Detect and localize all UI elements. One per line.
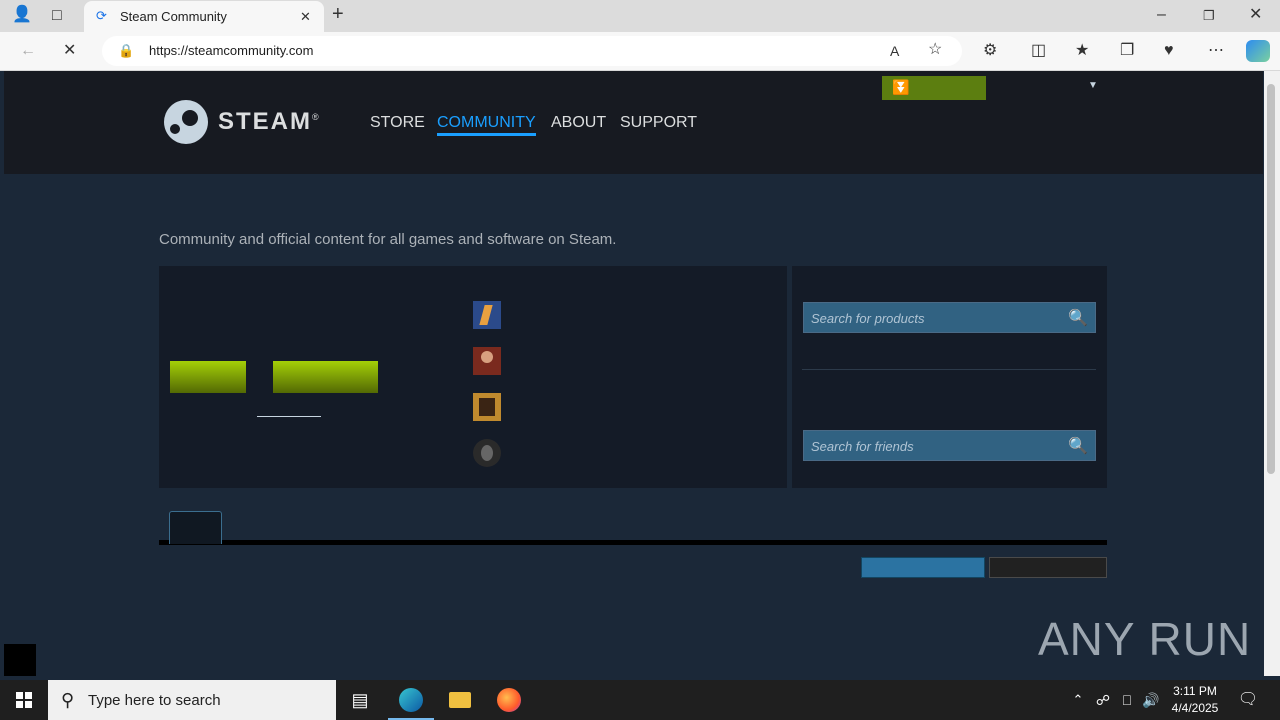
primary-filter-button[interactable]	[861, 557, 985, 578]
new-tab-button[interactable]: +	[332, 4, 344, 24]
search-friends-field[interactable]: 🔍	[803, 430, 1096, 462]
divider	[802, 369, 1096, 370]
scrollbar-thumb[interactable]	[1267, 84, 1275, 474]
anyrun-watermark: ANY RUN	[1038, 613, 1252, 665]
search-products-input[interactable]	[804, 303, 1063, 334]
stop-loading-icon[interactable]: ✕	[63, 43, 76, 59]
copilot-icon[interactable]	[1246, 40, 1270, 62]
content-tab-strip	[159, 540, 1107, 545]
search-icon: ⚲	[61, 690, 75, 710]
clock-time: 3:11 PM	[1173, 684, 1217, 698]
profile-icon[interactable]: 👤	[12, 7, 32, 23]
favorites-icon[interactable]: ★	[1075, 43, 1089, 59]
search-friends-input[interactable]	[804, 431, 1063, 462]
join-steam-button[interactable]	[273, 361, 378, 393]
file-explorer-icon[interactable]	[448, 688, 472, 712]
install-steam-button[interactable]: ⏬	[882, 76, 986, 100]
game-hub-icon-4[interactable]	[473, 439, 501, 467]
browser-tab-steam-community[interactable]: ⟳ Steam Community ✕	[84, 1, 324, 32]
search-icon[interactable]: 🔍	[1068, 308, 1088, 328]
read-aloud-icon[interactable]: A	[890, 43, 899, 59]
loading-icon: ⟳	[96, 8, 107, 23]
nav-support[interactable]: SUPPORT	[620, 114, 697, 132]
nav-community[interactable]: COMMUNITY	[437, 114, 536, 136]
minimize-button[interactable]: –	[1157, 7, 1166, 23]
nav-about[interactable]: ABOUT	[551, 114, 606, 132]
browser-essentials-icon[interactable]: ♥	[1164, 43, 1174, 59]
tab-actions-icon[interactable]: □	[52, 8, 62, 24]
task-view-icon[interactable]: ▤	[348, 688, 372, 712]
language-dropdown-icon[interactable]: ▼	[1088, 80, 1098, 91]
split-screen-icon[interactable]: ◫	[1031, 43, 1046, 59]
back-icon[interactable]: ←	[20, 43, 36, 59]
start-button[interactable]	[0, 680, 48, 720]
steam-logo-text[interactable]: STEAM®	[218, 108, 321, 136]
login-button[interactable]	[170, 361, 246, 393]
extensions-icon[interactable]: ⚙	[983, 43, 997, 59]
tab-title: Steam Community	[120, 9, 227, 24]
lock-icon[interactable]: 🔒	[118, 43, 134, 59]
taskbar-search-box[interactable]: ⚲ Type here to search	[48, 680, 336, 720]
address-bar[interactable]: 🔒 https://steamcommunity.com A ☆	[102, 36, 962, 66]
secondary-filter-button[interactable]	[989, 557, 1107, 578]
steam-logo-icon[interactable]	[164, 100, 208, 144]
taskbar-search-placeholder: Type here to search	[88, 692, 221, 709]
restore-button[interactable]: ❐	[1203, 8, 1215, 24]
search-icon[interactable]: 🔍	[1068, 436, 1088, 456]
favorite-star-icon[interactable]: ☆	[928, 42, 942, 58]
nav-store[interactable]: STORE	[370, 114, 425, 132]
search-products-field[interactable]: 🔍	[803, 302, 1096, 334]
notifications-icon[interactable]: 🗨	[1236, 688, 1260, 712]
edge-icon[interactable]	[399, 688, 423, 712]
game-hub-icon-3[interactable]	[473, 393, 501, 421]
collections-icon[interactable]: ❐	[1120, 43, 1134, 59]
learn-more-link[interactable]	[257, 416, 321, 417]
url-text[interactable]: https://steamcommunity.com	[149, 43, 313, 58]
close-window-button[interactable]: ✕	[1249, 7, 1262, 23]
taskbar-clock[interactable]: 3:11 PM 4/4/2025	[1160, 683, 1230, 717]
download-icon: ⏬	[892, 79, 910, 95]
defender-icon[interactable]: ☍	[1091, 688, 1115, 712]
game-hub-icon-1[interactable]	[473, 301, 501, 329]
overlay-square	[4, 644, 36, 676]
content-tab[interactable]	[169, 511, 222, 544]
close-tab-icon[interactable]: ✕	[300, 9, 311, 25]
clock-date: 4/4/2025	[1171, 701, 1219, 715]
game-hub-icon-2[interactable]	[473, 347, 501, 375]
firefox-icon[interactable]	[497, 688, 521, 712]
page-tagline: Community and official content for all g…	[159, 231, 617, 248]
more-options-icon[interactable]: ⋯	[1208, 43, 1224, 59]
show-hidden-icons-icon[interactable]: ⌃	[1066, 688, 1090, 712]
network-icon[interactable]: ⎕	[1115, 688, 1139, 712]
